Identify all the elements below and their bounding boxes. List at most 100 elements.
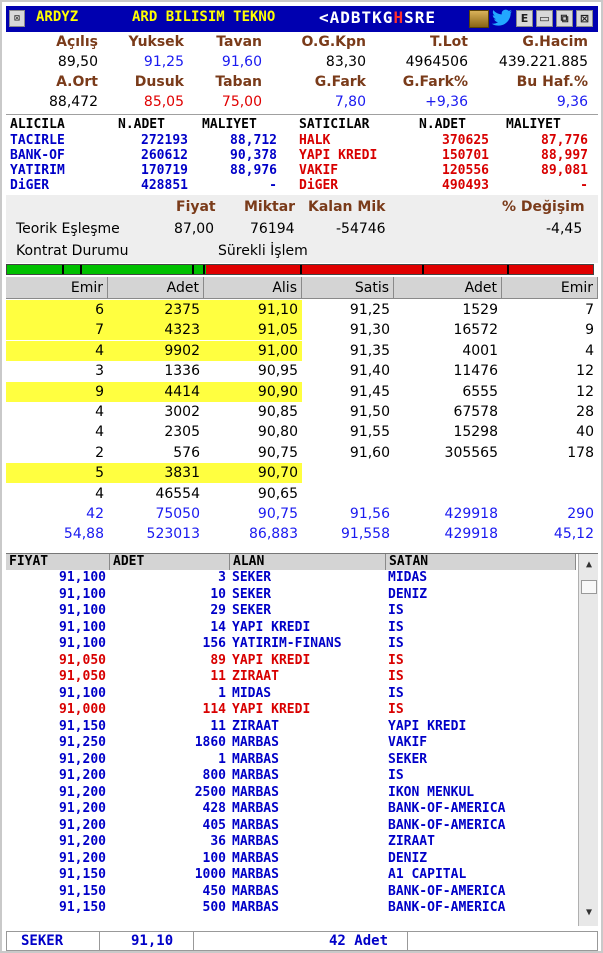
sell-order-count[interactable]: 7	[502, 300, 598, 320]
buy-quantity[interactable]: 3002	[108, 402, 204, 422]
buy-order-count[interactable]: 4	[6, 484, 108, 504]
minimize-icon[interactable]: ▭	[536, 10, 553, 27]
trade-row[interactable]: 91,050 89 YAPI KREDI IS	[6, 653, 576, 670]
trade-row[interactable]: 91,050 11 ZIRAAT IS	[6, 669, 576, 686]
close-icon[interactable]: ⊠	[576, 10, 593, 27]
bid-price[interactable]: 90,75	[204, 443, 302, 463]
sell-quantity[interactable]: 4001	[394, 341, 502, 361]
sell-order-count[interactable]: 178	[502, 443, 598, 463]
col-sell-qty[interactable]: Adet	[394, 277, 502, 299]
scroll-thumb[interactable]	[581, 580, 597, 594]
vertical-scrollbar[interactable]: ▲ ▼	[578, 554, 598, 926]
buy-order-count[interactable]: 6	[6, 300, 108, 320]
bid-price[interactable]: 90,85	[204, 402, 302, 422]
order-book-row[interactable]: 6 2375 91,10 91,25 1529 7	[6, 300, 598, 320]
order-book-row[interactable]: 4 3002 90,85 91,50 67578 28	[6, 402, 598, 422]
trade-row[interactable]: 91,150 500 MARBAS BANK-OF-AMERICA	[6, 900, 576, 917]
bid-price[interactable]: 91,10	[204, 300, 302, 320]
col-ask[interactable]: Satis	[302, 277, 394, 299]
sell-order-count[interactable]: 40	[502, 422, 598, 442]
buy-quantity[interactable]: 1336	[108, 361, 204, 381]
title-bar[interactable]: ⊠ ARDYZ ARD BILISIM TEKNO <ADBTKGHSRE E …	[6, 6, 598, 32]
ask-price[interactable]: 91,35	[302, 341, 394, 361]
buy-order-count[interactable]: 4	[6, 340, 108, 361]
buy-quantity[interactable]: 2375	[108, 300, 204, 320]
buy-order-count[interactable]: 4	[6, 422, 108, 442]
sell-quantity[interactable]: 67578	[394, 402, 502, 422]
bid-price[interactable]: 90,80	[204, 422, 302, 442]
sell-order-count[interactable]: 12	[502, 361, 598, 381]
sell-order-count[interactable]: 4	[502, 341, 598, 361]
trade-row[interactable]: 91,000 114 YAPI KREDI IS	[6, 702, 576, 719]
order-book-row[interactable]: 4 2305 90,80 91,55 15298 40	[6, 422, 598, 442]
col-seller[interactable]: SATAN	[386, 554, 576, 570]
sell-quantity[interactable]: 11476	[394, 361, 502, 381]
ask-price[interactable]: 91,40	[302, 361, 394, 381]
col-quantity[interactable]: ADET	[110, 554, 230, 570]
broker-row[interactable]: BANK-OF 260612 90,378 YAPI KREDI 150701 88,99…	[6, 148, 598, 164]
broker-row[interactable]: DiGER 428851 - DiGER 490493 -	[6, 178, 598, 194]
col-sell-orders[interactable]: Emir	[502, 277, 598, 299]
ask-price[interactable]: 91,50	[302, 402, 394, 422]
sell-quantity[interactable]: 305565	[394, 443, 502, 463]
order-book-row[interactable]: 4 46554 90,65	[6, 484, 598, 504]
trade-row[interactable]: 91,100 156 YATIRIM-FINANS IS	[6, 636, 576, 653]
buy-order-count[interactable]: 2	[6, 443, 108, 463]
buy-quantity[interactable]: 4414	[108, 381, 204, 402]
trade-row[interactable]: 91,100 1 MIDAS IS	[6, 686, 576, 703]
trade-row[interactable]: 91,100 10 SEKER DENIZ	[6, 587, 576, 604]
trade-row[interactable]: 91,200 428 MARBAS BANK-OF-AMERICA	[6, 801, 576, 818]
scroll-down-icon[interactable]: ▼	[582, 906, 596, 920]
ask-price[interactable]: 91,45	[302, 382, 394, 402]
buy-quantity[interactable]: 2305	[108, 422, 204, 442]
ask-price[interactable]: 91,30	[302, 320, 394, 340]
scroll-up-icon[interactable]: ▲	[582, 558, 596, 572]
trade-row[interactable]: 91,150 450 MARBAS BANK-OF-AMERICA	[6, 884, 576, 901]
bid-price[interactable]: 90,90	[204, 381, 302, 402]
trade-row[interactable]: 91,100 3 SEKER MIDAS	[6, 570, 576, 587]
ask-price[interactable]: 91,60	[302, 443, 394, 463]
trade-row[interactable]: 91,250 1860 MARBAS VAKIF	[6, 735, 576, 752]
buy-order-count[interactable]: 4	[6, 402, 108, 422]
bid-price[interactable]: 91,00	[204, 340, 302, 361]
sell-order-count[interactable]: 9	[502, 320, 598, 340]
trade-row[interactable]: 91,200 1 MARBAS SEKER	[6, 752, 576, 769]
buy-order-count[interactable]: 9	[6, 381, 108, 402]
buy-quantity[interactable]: 576	[108, 443, 204, 463]
col-buy-orders[interactable]: Emir	[6, 277, 108, 299]
bid-price[interactable]: 90,95	[204, 361, 302, 381]
order-book-row[interactable]: 2 576 90,75 91,60 305565 178	[6, 443, 598, 463]
col-price[interactable]: FIYAT	[6, 554, 110, 570]
market-flags[interactable]: <ADBTKGHSRE	[319, 8, 436, 27]
trade-row[interactable]: 91,200 2500 MARBAS IKON MENKUL	[6, 785, 576, 802]
sell-order-count[interactable]: 28	[502, 402, 598, 422]
twitter-bird-icon[interactable]	[491, 9, 513, 29]
sell-quantity[interactable]: 1529	[394, 300, 502, 320]
trade-list[interactable]: FIYAT ADET ALAN SATAN 91,100 3 SEKER MIDAS 9…	[6, 553, 598, 927]
trade-row[interactable]: 91,200 36 MARBAS ZIRAAT	[6, 834, 576, 851]
ask-price[interactable]: 91,55	[302, 422, 394, 442]
order-book-row[interactable]: 7 4323 91,05 91,30 16572 9	[6, 320, 598, 341]
buy-order-count[interactable]: 7	[6, 320, 108, 341]
trade-row[interactable]: 91,200 800 MARBAS IS	[6, 768, 576, 785]
buy-quantity[interactable]: 46554	[108, 484, 204, 504]
chat-icon[interactable]	[469, 10, 489, 28]
col-bid[interactable]: Alis	[204, 277, 302, 299]
col-buyer[interactable]: ALAN	[230, 554, 386, 570]
buy-order-count[interactable]: 3	[6, 361, 108, 381]
trade-row[interactable]: 91,150 1000 MARBAS A1 CAPITAL	[6, 867, 576, 884]
bid-price[interactable]: 90,65	[204, 484, 302, 504]
sell-order-count[interactable]: 12	[502, 382, 598, 402]
ask-price[interactable]: 91,25	[302, 300, 394, 320]
col-buy-qty[interactable]: Adet	[108, 277, 204, 299]
restore-icon[interactable]: ⧉	[556, 10, 573, 27]
bid-price[interactable]: 91,05	[204, 320, 302, 341]
order-book-row[interactable]: 3 1336 90,95 91,40 11476 12	[6, 361, 598, 381]
trade-row[interactable]: 91,200 100 MARBAS DENIZ	[6, 851, 576, 868]
bid-price[interactable]: 90,70	[204, 463, 302, 484]
trade-row[interactable]: 91,100 14 YAPI KREDI IS	[6, 620, 576, 637]
buy-quantity[interactable]: 9902	[108, 340, 204, 361]
order-book-row[interactable]: 4 9902 91,00 91,35 4001 4	[6, 340, 598, 361]
buy-order-count[interactable]: 5	[6, 463, 108, 484]
sell-quantity[interactable]: 16572	[394, 320, 502, 340]
